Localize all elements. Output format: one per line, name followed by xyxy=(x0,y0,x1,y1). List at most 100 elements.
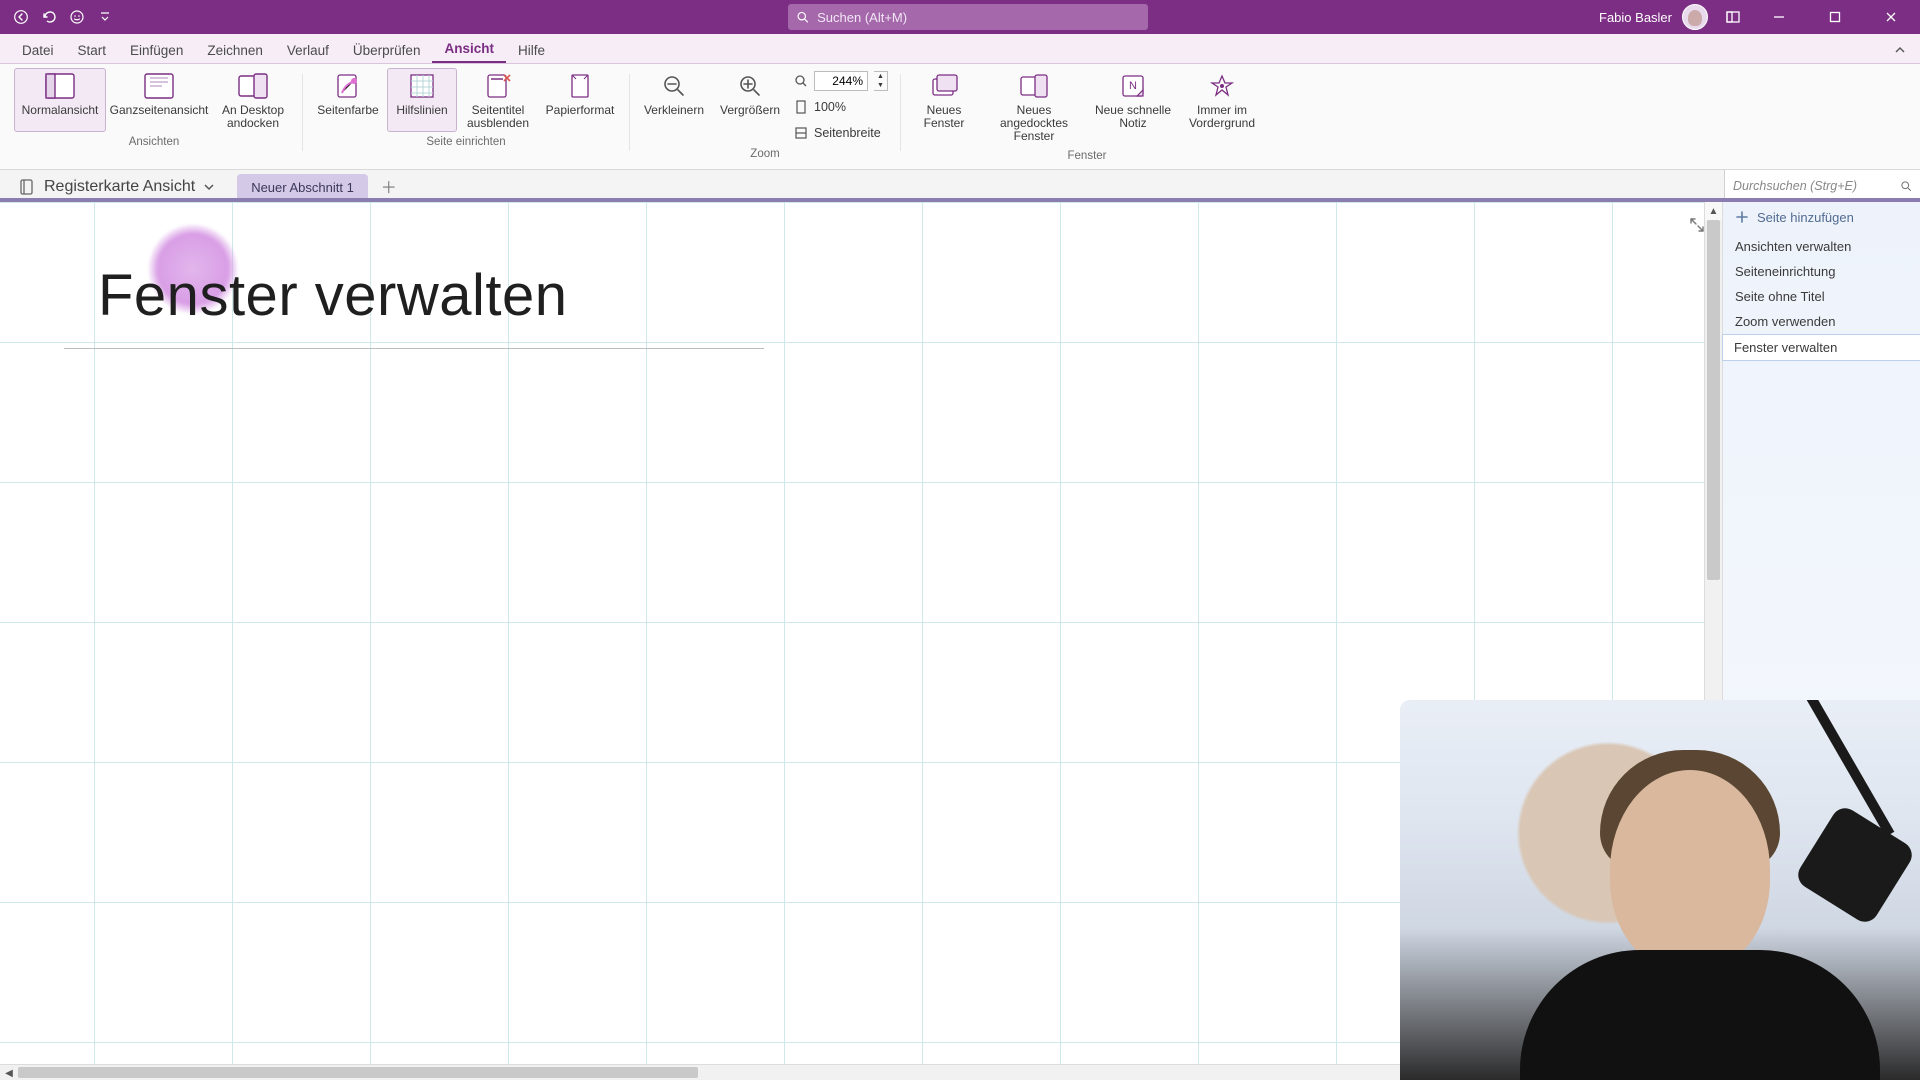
hide-title-icon xyxy=(482,72,514,100)
scroll-thumb[interactable] xyxy=(18,1067,698,1078)
group-label: Zoom xyxy=(638,144,892,162)
btn-normalansicht[interactable]: Normalansicht xyxy=(14,68,106,132)
group-label: Ansichten xyxy=(14,132,294,150)
paper-size-icon xyxy=(564,72,596,100)
group-zoom: Verkleinern Vergrößern ▲▼ 100% xyxy=(632,68,898,169)
scroll-up-icon[interactable]: ▲ xyxy=(1705,202,1722,220)
label: Seitentitel ausblenden xyxy=(461,104,535,130)
tab-ueberpruefen[interactable]: Überprüfen xyxy=(341,37,433,63)
page-width-icon-mini xyxy=(794,126,808,140)
page-item[interactable]: Seiteneinrichtung xyxy=(1723,259,1920,284)
zoom-icon-mini xyxy=(794,74,808,88)
notebook-name: Registerkarte Ansicht xyxy=(44,178,195,196)
page-item[interactable]: Zoom verwenden xyxy=(1723,309,1920,334)
separator xyxy=(900,74,901,151)
label: Normalansicht xyxy=(22,104,99,130)
scroll-left-icon[interactable]: ◀ xyxy=(0,1065,18,1081)
separator xyxy=(629,74,630,151)
separator xyxy=(302,74,303,151)
page-list: Ansichten verwalten Seiteneinrichtung Se… xyxy=(1723,232,1920,361)
close-button[interactable] xyxy=(1870,0,1912,34)
plus-icon xyxy=(1735,210,1749,224)
qat-customize-icon[interactable] xyxy=(94,6,116,28)
btn-hilfslinien[interactable]: Hilfslinien xyxy=(387,68,457,132)
btn-seitenfarbe[interactable]: Seitenfarbe xyxy=(311,68,385,132)
btn-ganzseitenansicht[interactable]: Ganzseitenansicht xyxy=(108,68,210,132)
page-item[interactable]: Fenster verwalten xyxy=(1722,334,1920,361)
tab-verlauf[interactable]: Verlauf xyxy=(275,37,341,63)
collapse-ribbon-icon[interactable] xyxy=(1890,40,1910,60)
label: Neue schnelle Notiz xyxy=(1091,104,1175,130)
btn-neues-fenster[interactable]: Neues Fenster xyxy=(909,68,979,132)
zoom-level-row[interactable]: ▲▼ xyxy=(790,70,892,92)
zoom-spinner[interactable]: ▲▼ xyxy=(874,71,888,91)
zoom-seitenbreite[interactable]: Seitenbreite xyxy=(790,122,892,144)
btn-vergroessern[interactable]: Vergrößern xyxy=(712,68,788,132)
undo-icon[interactable] xyxy=(38,6,60,28)
tab-einfuegen[interactable]: Einfügen xyxy=(118,37,195,63)
zoom-in-icon xyxy=(734,72,766,100)
btn-seitentitel-ausblenden[interactable]: Seitentitel ausblenden xyxy=(459,68,537,132)
tab-zeichnen[interactable]: Zeichnen xyxy=(195,37,275,63)
label: Verkleinern xyxy=(644,104,704,130)
add-page-button[interactable]: Seite hinzufügen xyxy=(1723,202,1920,232)
label: Hilfslinien xyxy=(396,104,447,130)
zoom-options: ▲▼ 100% Seitenbreite xyxy=(790,68,892,144)
btn-neues-angedocktes-fenster[interactable]: Neues angedocktes Fenster xyxy=(981,68,1087,146)
add-section-button[interactable]: ＋ xyxy=(378,175,400,197)
tab-hilfe[interactable]: Hilfe xyxy=(506,37,557,63)
ribbon: Normalansicht Ganzseitenansicht An Deskt… xyxy=(0,64,1920,170)
back-icon[interactable] xyxy=(10,6,32,28)
search-icon xyxy=(796,10,809,24)
chevron-down-icon xyxy=(203,181,215,193)
label: Seitenbreite xyxy=(814,126,881,140)
add-page-label: Seite hinzufügen xyxy=(1757,210,1854,225)
tab-start[interactable]: Start xyxy=(66,37,119,63)
window-layout-icon[interactable] xyxy=(1722,6,1744,28)
label: 100% xyxy=(814,100,846,114)
tab-datei[interactable]: Datei xyxy=(10,37,66,63)
label: Seitenfarbe xyxy=(317,104,378,130)
scroll-thumb[interactable] xyxy=(1707,220,1720,580)
new-docked-window-icon xyxy=(1018,72,1050,100)
quick-note-icon: N xyxy=(1117,72,1149,100)
section-tab[interactable]: Neuer Abschnitt 1 xyxy=(237,174,368,200)
tell-me-input[interactable] xyxy=(817,10,1140,25)
tell-me-search[interactable] xyxy=(788,4,1148,30)
btn-immer-im-vordergrund[interactable]: Immer im Vordergrund xyxy=(1179,68,1265,132)
avatar xyxy=(1682,4,1708,30)
label: Neues Fenster xyxy=(911,104,977,130)
touch-mode-icon[interactable] xyxy=(66,6,88,28)
zoom-input[interactable] xyxy=(814,71,868,91)
btn-papierformat[interactable]: Papierformat xyxy=(539,68,621,132)
page-title[interactable]: Fenster verwalten xyxy=(98,262,567,329)
tab-ansicht[interactable]: Ansicht xyxy=(432,35,506,63)
page-icon-mini xyxy=(794,100,808,114)
label: Vergrößern xyxy=(720,104,780,130)
btn-andesktop-andocken[interactable]: An Desktop andocken xyxy=(212,68,294,132)
page-item[interactable]: Ansichten verwalten xyxy=(1723,234,1920,259)
rule-lines-icon xyxy=(406,72,438,100)
title-bar: Fenster verwalten - OneNote Fabio Basler xyxy=(0,0,1920,34)
ribbon-tabs: Datei Start Einfügen Zeichnen Verlauf Üb… xyxy=(0,34,1920,64)
btn-verkleinern[interactable]: Verkleinern xyxy=(638,68,710,132)
zoom-100[interactable]: 100% xyxy=(790,96,892,118)
group-label: Seite einrichten xyxy=(311,132,621,150)
btn-neue-schnelle-notiz[interactable]: N Neue schnelle Notiz xyxy=(1089,68,1177,132)
page-title-text: Fenster verwalten xyxy=(98,263,567,328)
maximize-button[interactable] xyxy=(1814,0,1856,34)
dock-to-desktop-icon xyxy=(237,72,269,100)
label: Ganzseitenansicht xyxy=(110,104,209,130)
notebook-search-input[interactable] xyxy=(1733,179,1894,193)
notebook-dropdown[interactable]: Registerkarte Ansicht xyxy=(8,174,225,200)
fullpage-view-icon xyxy=(143,72,175,100)
label: An Desktop andocken xyxy=(214,104,292,130)
label: Neues angedocktes Fenster xyxy=(983,104,1085,144)
account-button[interactable]: Fabio Basler xyxy=(1599,4,1708,30)
quick-access-toolbar xyxy=(0,6,126,28)
always-on-top-icon xyxy=(1206,72,1238,100)
minimize-button[interactable] xyxy=(1758,0,1800,34)
section-bar: Registerkarte Ansicht Neuer Abschnitt 1 … xyxy=(0,170,1920,202)
page-item[interactable]: Seite ohne Titel xyxy=(1723,284,1920,309)
group-seite-einrichten: Seitenfarbe Hilfslinien Seitentitel ausb… xyxy=(305,68,627,169)
